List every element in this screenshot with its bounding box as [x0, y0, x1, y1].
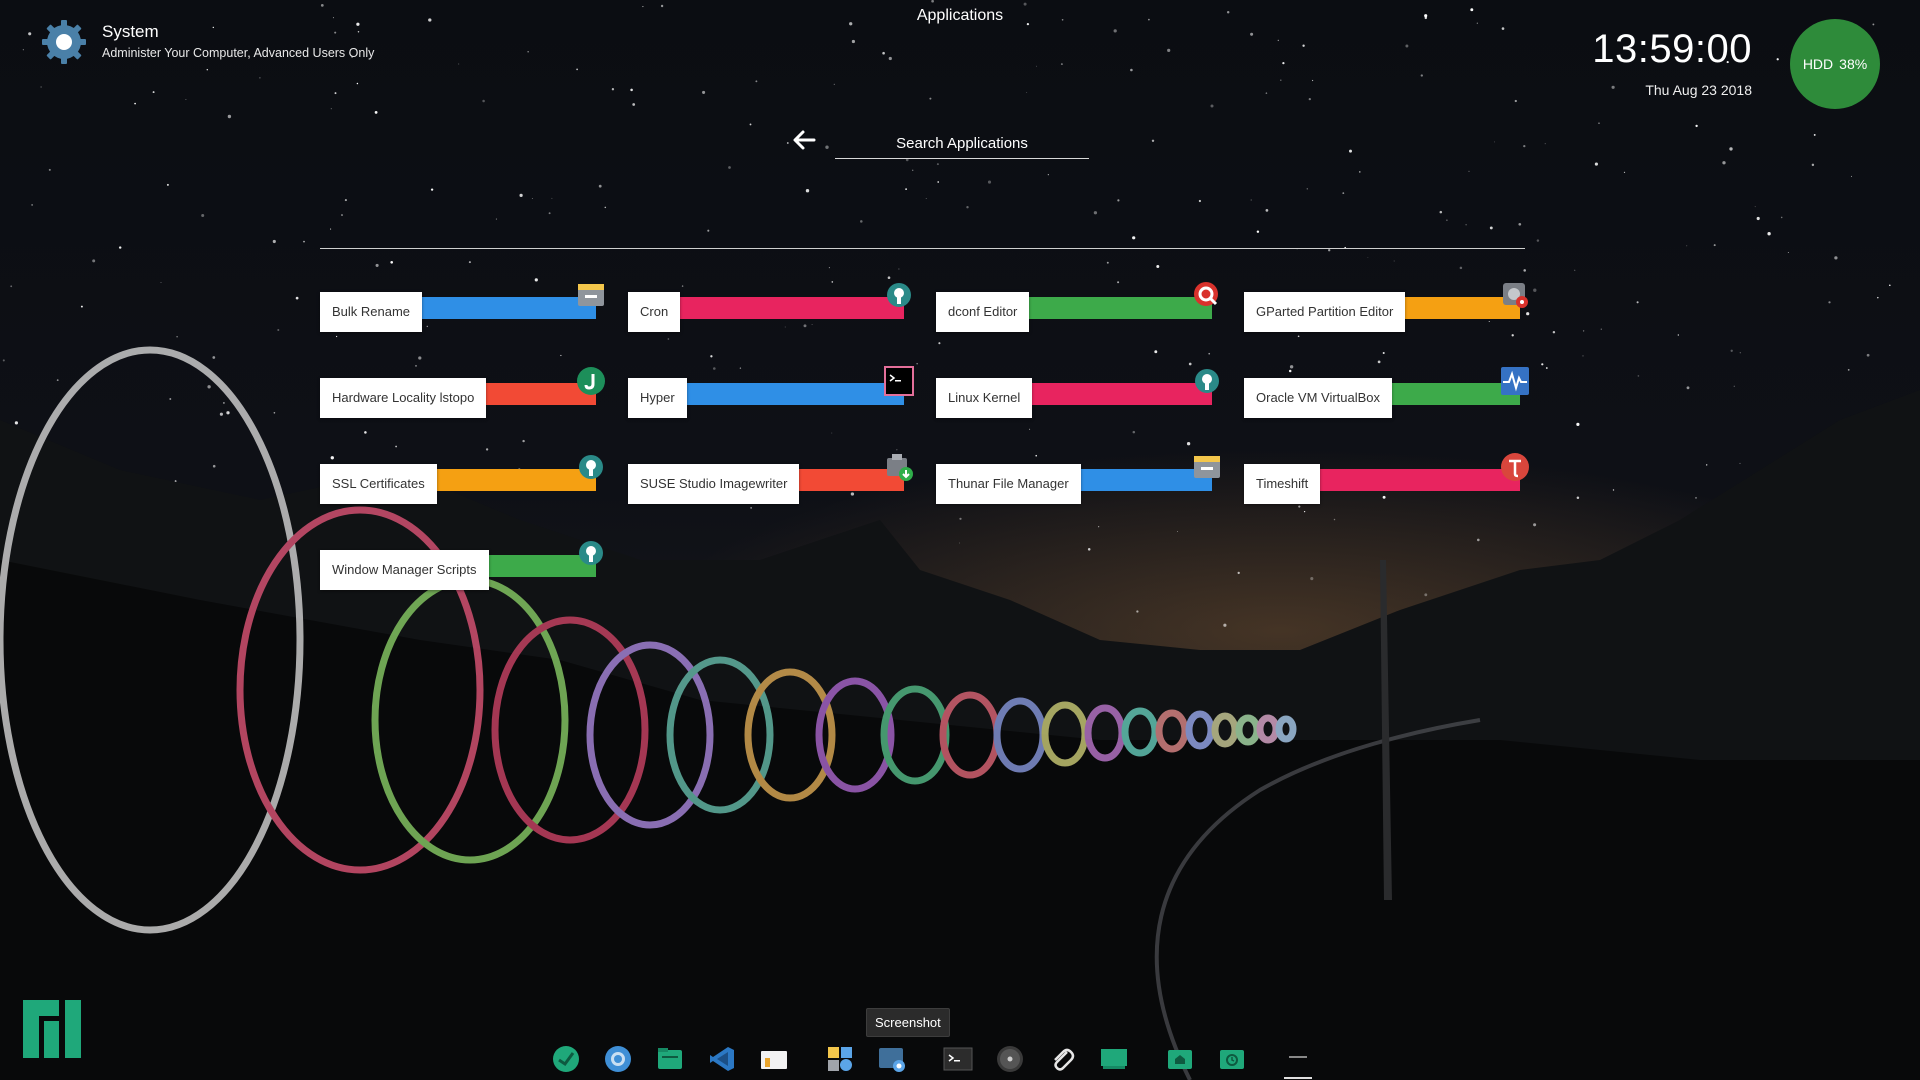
app-tile[interactable]: Thunar File Manager [936, 456, 1226, 504]
code-editor-icon[interactable] [702, 1039, 742, 1079]
settings-plug-icon [1192, 366, 1222, 396]
settings-plug-icon [576, 452, 606, 482]
app-tile[interactable]: Timeshift [1244, 453, 1534, 504]
screenshot-icon[interactable] [872, 1039, 912, 1079]
category-header: System Administer Your Computer, Advance… [40, 18, 374, 66]
disk-gear-icon [1500, 280, 1530, 310]
app-label: Hyper [628, 378, 687, 418]
timer-folder-icon[interactable] [1212, 1039, 1252, 1079]
gear-icon [42, 20, 86, 64]
app-tile[interactable]: Cron [628, 283, 918, 332]
usb-drive-icon [884, 452, 914, 482]
app-label: dconf Editor [936, 292, 1030, 332]
hdd-value: 38% [1839, 56, 1868, 72]
app-tile[interactable]: GParted Partition Editor [1244, 283, 1534, 332]
app-tile[interactable]: Hyper [628, 366, 918, 418]
dock-tooltip: Screenshot [866, 1008, 950, 1037]
app-tile[interactable]: SUSE Studio Imagewriter [628, 454, 918, 504]
file-manager-icon [576, 280, 606, 310]
app-tile[interactable]: dconf Editor [936, 282, 1226, 332]
app-label: Linux Kernel [936, 378, 1033, 418]
hdd-label: HDD [1802, 56, 1834, 72]
app-label: Thunar File Manager [936, 464, 1081, 504]
active-indicator [1284, 1077, 1312, 1079]
terminal-icon [884, 366, 914, 396]
app-label: SUSE Studio Imagewriter [628, 464, 800, 504]
photos-icon[interactable] [820, 1039, 860, 1079]
app-tile[interactable]: Bulk Rename [320, 284, 610, 332]
dock [540, 1038, 1324, 1080]
manjaro-logo-icon[interactable] [23, 1000, 81, 1058]
app-label: Oracle VM VirtualBox [1244, 378, 1393, 418]
mail-icon[interactable] [546, 1039, 586, 1079]
page-title: Applications [916, 7, 1004, 24]
back-arrow-icon[interactable] [790, 126, 818, 154]
home-folder-icon[interactable] [1160, 1039, 1200, 1079]
pulse-monitor-icon [1500, 366, 1530, 396]
browser-icon[interactable] [598, 1039, 638, 1079]
file-manager-icon [1192, 452, 1222, 482]
app-label: Cron [628, 292, 681, 332]
mountain-road-background [0, 346, 1920, 1080]
app-tile[interactable]: Hardware Locality lstopo [320, 367, 610, 418]
category-subtitle: Administer Your Computer, Advanced Users… [102, 46, 375, 60]
disc-icon[interactable] [990, 1039, 1030, 1079]
dash-icon[interactable] [1278, 1039, 1318, 1079]
app-tile[interactable]: Oracle VM VirtualBox [1244, 367, 1534, 418]
attachment-icon[interactable] [1042, 1039, 1082, 1079]
app-tile[interactable]: Linux Kernel [936, 369, 1226, 418]
app-label: Bulk Rename [320, 292, 423, 332]
app-label: Window Manager Scripts [320, 550, 489, 590]
hdd-usage-badge: HDD 38% [1790, 19, 1880, 109]
app-label: Timeshift [1244, 464, 1321, 504]
divider [320, 248, 1525, 249]
timeshift-icon [1500, 452, 1530, 482]
app-tile[interactable]: SSL Certificates [320, 455, 610, 504]
terminal-icon[interactable] [938, 1039, 978, 1079]
app-label: SSL Certificates [320, 464, 437, 504]
monitor-icon[interactable] [1094, 1039, 1134, 1079]
archive-icon[interactable] [754, 1039, 794, 1079]
files-icon[interactable] [650, 1039, 690, 1079]
search-input[interactable] [835, 128, 1089, 159]
j-circle-icon [576, 366, 606, 396]
app-tile[interactable]: Window Manager Scripts [320, 541, 610, 590]
clock-date: Thu Aug 23 2018 [1645, 82, 1752, 98]
settings-plug-icon [884, 280, 914, 310]
search-red-icon [1192, 280, 1222, 310]
app-label: Hardware Locality lstopo [320, 378, 487, 418]
app-label: GParted Partition Editor [1244, 292, 1406, 332]
clock-time: 13:59:00 [1592, 27, 1752, 71]
settings-plug-icon [576, 538, 606, 568]
clock-widget: 13:59:00 Thu Aug 23 2018 [1592, 24, 1752, 98]
